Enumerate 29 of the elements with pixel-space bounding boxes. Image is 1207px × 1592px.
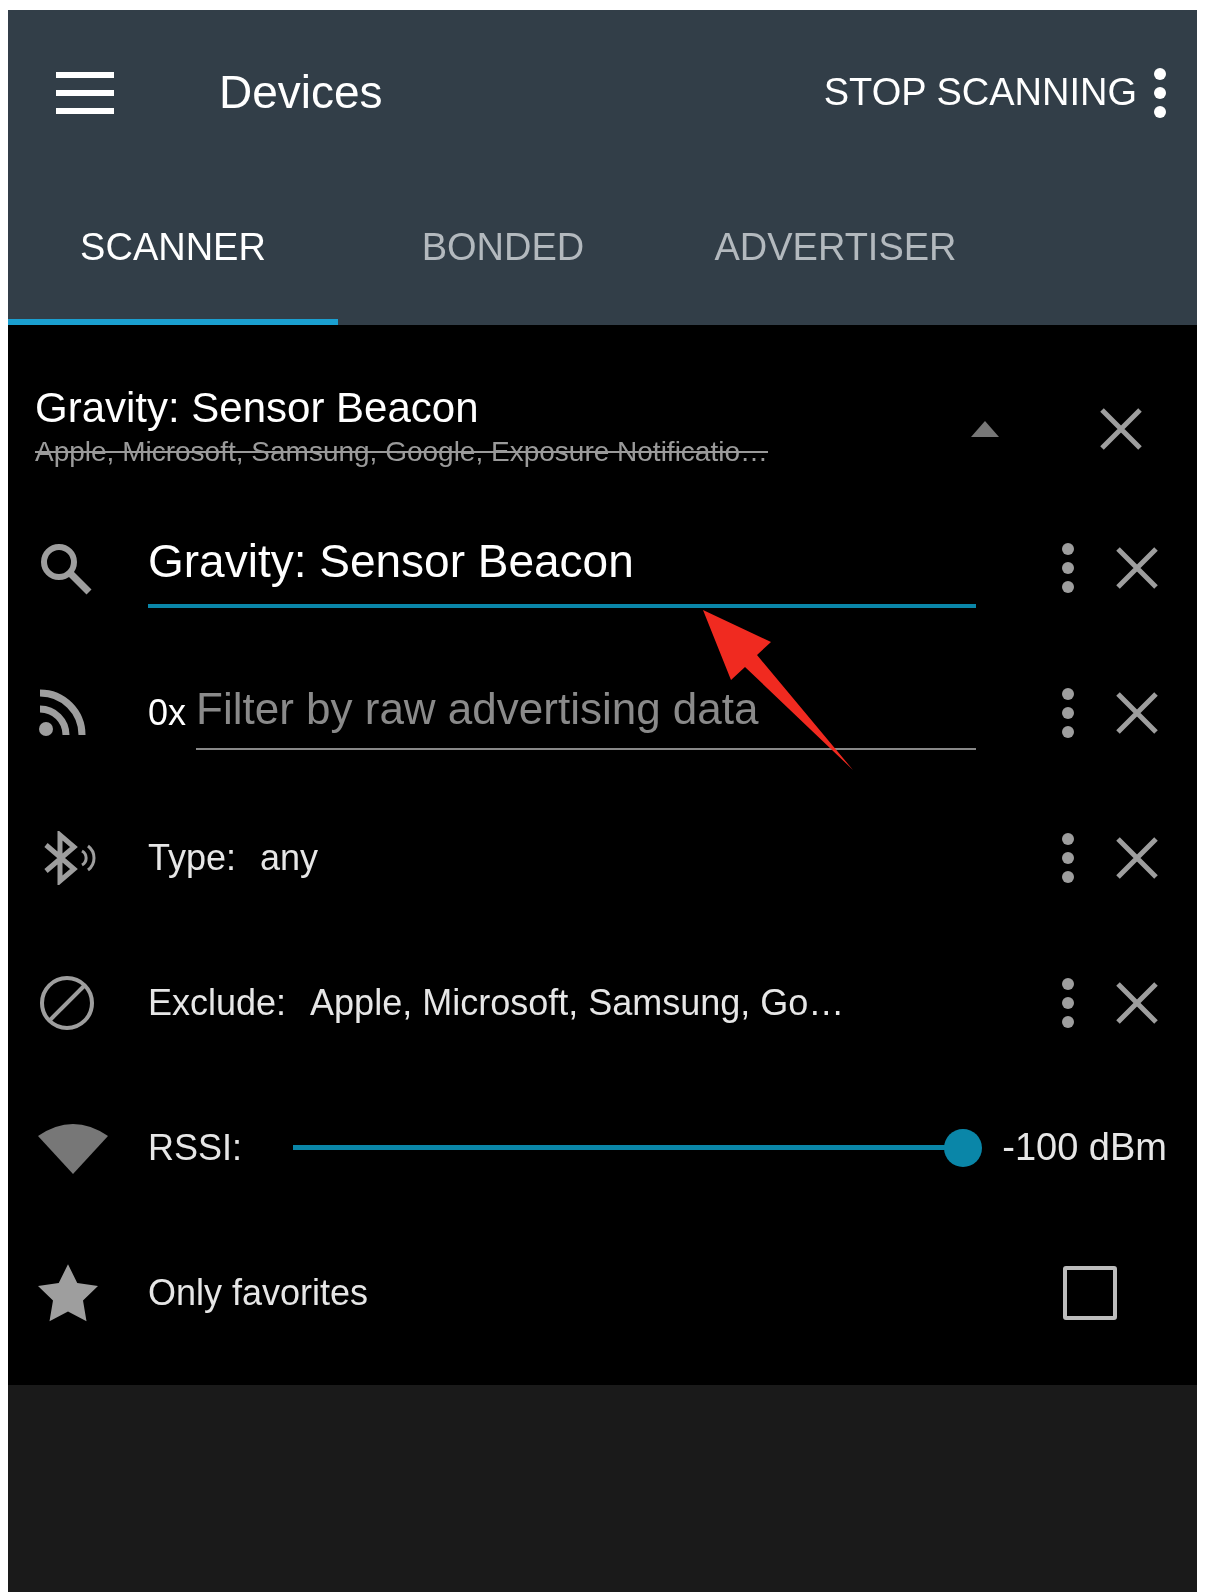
screen-title: Devices <box>219 65 384 120</box>
filter-label: Type: <box>148 835 237 880</box>
rssi-reading: -100 dBm <box>1002 1125 1167 1171</box>
checkbox[interactable] <box>1063 1265 1117 1320</box>
more-options-button[interactable] <box>1061 976 1075 1029</box>
rssi-label: RSSI: <box>148 1125 243 1170</box>
close-button[interactable] <box>1099 407 1143 452</box>
menu-button[interactable] <box>56 71 114 114</box>
tab[interactable]: BONDED <box>338 175 668 325</box>
filter-label: Exclude: <box>148 980 287 1025</box>
excluded-list: Apple, Microsoft, Samsung, Google, Exposure Notificatio… <box>35 431 971 474</box>
more-options-button[interactable] <box>1153 66 1167 119</box>
hex-prefix: 0x <box>148 690 187 735</box>
tab[interactable]: ADVERTISER <box>668 175 1003 325</box>
filter-value: any <box>260 835 319 880</box>
name-filter-field[interactable]: Gravity: Sensor Beacon <box>148 527 976 609</box>
stop-scanning-button[interactable]: STOP SCANNING <box>807 64 1153 121</box>
star-icon <box>38 1263 98 1322</box>
slider-thumb[interactable] <box>944 1128 983 1167</box>
block-icon <box>38 973 96 1032</box>
favorites-label: Only favorites <box>148 1270 369 1315</box>
more-options-button[interactable] <box>1061 541 1075 594</box>
raw-data-field[interactable]: Filter by raw advertising data <box>196 675 977 750</box>
collapse-button[interactable] <box>971 421 999 438</box>
more-options-button[interactable] <box>1061 831 1075 884</box>
more-options-button[interactable] <box>1061 686 1075 739</box>
filter-value: Apple, Microsoft, Samsung, Go… <box>310 980 845 1025</box>
filter-title: Gravity: Sensor Beacon <box>35 385 480 432</box>
wifi-icon <box>38 1121 108 1174</box>
